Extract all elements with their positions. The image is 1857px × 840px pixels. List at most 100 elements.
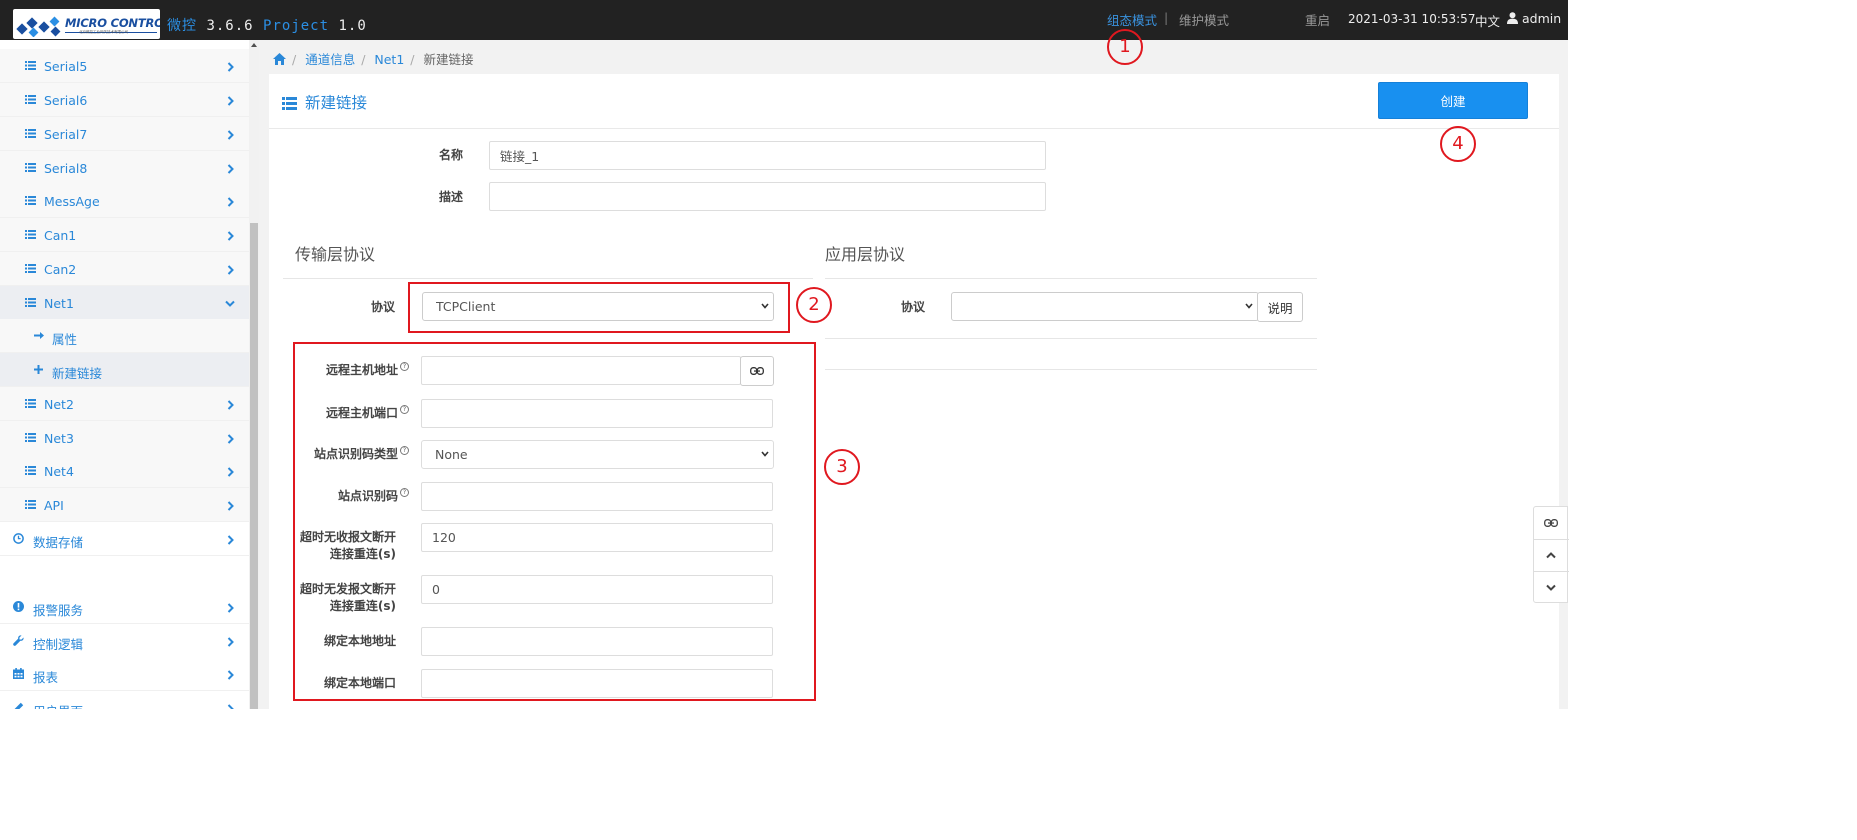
breadcrumb: / 通道信息 / Net1 / 新建链接 [273,49,474,68]
project-label: Project [263,18,330,34]
sidebar-item-net4[interactable]: Net4 [0,454,249,488]
app-protocol-label: 协议 [900,300,925,314]
sidebar-item-report[interactable]: 报表 [0,657,249,691]
sidebar-item-net3[interactable]: Net3 [0,421,249,455]
wrench-icon [13,635,24,646]
sidebar-item-label: MessAge [44,194,100,209]
home-icon[interactable] [273,53,286,65]
scroll-top-button[interactable] [1534,539,1569,571]
sidebar-item-label: 控制逻辑 [33,637,84,652]
description-label: 描述 [438,190,463,204]
sidebar-item-can2[interactable]: Can2 [0,252,249,286]
datetime-display: 2021-03-31 10:53:57 [1348,12,1476,26]
float-link-button[interactable] [1534,507,1569,539]
list-icon [25,433,36,442]
maintenance-mode-link[interactable]: 维护模式 [1179,10,1229,29]
breadcrumb-separator: / [410,52,415,67]
sidebar-item-serial7[interactable]: Serial7 [0,117,249,151]
brand-logo[interactable]: MICRO CONTROL 北京微控工业网关技术有限公司 [13,9,160,39]
sidebar-item-data-storage[interactable]: 数据存储 [0,522,249,556]
chevron-right-icon [227,704,234,709]
description-input[interactable] [489,182,1046,211]
sidebar-item-control-logic[interactable]: 控制逻辑 [0,624,249,658]
list-icon [25,163,36,172]
list-icon [25,95,36,104]
user-menu[interactable]: admin [1507,11,1561,26]
section-divider [825,369,1317,370]
sidebar-item-serial6[interactable]: Serial6 [0,83,249,117]
sidebar-item-label: Serial6 [44,93,88,108]
sidebar-item-label: Can1 [44,228,77,243]
chevron-right-icon [227,434,234,444]
list-icon [282,97,297,110]
app-protocol-select[interactable] [951,292,1259,321]
plus-icon [34,365,43,374]
pencil-icon [14,702,24,709]
user-icon [1507,12,1518,24]
breadcrumb-net1[interactable]: Net1 [374,52,404,67]
breadcrumb-separator: / [291,52,297,67]
chevron-right-icon [227,62,234,72]
app-version: 3.6.6 [206,18,254,34]
clock-icon [13,533,24,544]
mode-separator: | [1164,10,1169,25]
name-input[interactable] [489,141,1046,170]
list-icon [25,196,36,205]
sidebar-item-net2[interactable]: Net2 [0,387,249,421]
chevron-down-icon [225,300,235,307]
create-button[interactable]: 创建 [1378,82,1528,119]
sidebar-item-user-interface[interactable]: 用户界面 [0,691,249,709]
sidebar-item-serial5[interactable]: Serial5 [0,49,249,83]
top-bar: MICRO CONTROL 北京微控工业网关技术有限公司 微控 3.6.6 Pr… [0,0,1568,40]
calendar-icon [13,668,24,679]
sidebar-item-label: Net4 [44,464,74,479]
sidebar-item-api[interactable]: API [0,488,249,522]
chevron-right-icon [227,130,234,140]
chevron-right-icon [227,603,234,613]
annotation-marker-2: 2 [796,287,832,323]
restart-link[interactable]: 重启 [1305,10,1330,29]
chevron-up-icon [1546,552,1556,559]
sidebar-item-label: Net2 [44,397,74,412]
sidebar-item-label: 报表 [33,670,59,685]
scroll-up-arrow-icon[interactable] [251,43,257,47]
list-icon [25,500,36,509]
chevron-right-icon [227,501,234,511]
logo-subtext: 北京微控工业网关技术有限公司 [79,30,128,34]
sidebar-item-message[interactable]: MessAge [0,184,249,218]
section-divider [825,278,1317,279]
chevron-right-icon [227,467,234,477]
breadcrumb-current: 新建链接 [423,52,474,67]
sidebar-item-label: Net1 [44,296,74,311]
language-switch[interactable]: 中文 [1475,11,1500,30]
chevron-right-icon [227,265,234,275]
scroll-bottom-button[interactable] [1534,571,1569,603]
list-icon [25,399,36,408]
user-name: admin [1521,11,1562,26]
breadcrumb-channel-info[interactable]: 通道信息 [305,52,355,67]
explain-button[interactable]: 说明 [1257,292,1303,322]
chevron-right-icon [227,400,234,410]
logo-diamonds-icon [16,16,61,37]
sidebar-scrollbar[interactable] [249,40,259,709]
sidebar-item-net1[interactable]: Net1 [0,286,249,320]
chevron-down-icon [1546,584,1556,591]
sidebar-item-serial8[interactable]: Serial8 [0,151,249,185]
sidebar-item-can1[interactable]: Can1 [0,218,249,252]
sidebar-item-new-link[interactable]: 新建链接 [0,353,249,387]
sidebar-item-label: 新建链接 [52,366,103,381]
scrollbar-thumb[interactable] [250,223,258,709]
sidebar-item-properties[interactable]: 属性 [0,319,249,353]
sidebar: Serial5 Serial6 Serial7 Serial8 MessAge … [0,40,249,709]
config-mode-link[interactable]: 组态模式 [1107,10,1157,29]
chevron-right-icon [227,197,234,207]
app-title: 微控 3.6.6 Project 1.0 [167,15,367,35]
sidebar-item-label: 数据存储 [33,535,84,550]
sidebar-item-label: 属性 [52,332,78,347]
chevron-right-icon [227,637,234,647]
list-icon [25,466,36,475]
sidebar-item-label: Net3 [44,431,74,446]
list-icon [25,61,36,70]
sidebar-item-label: Can2 [44,262,77,277]
sidebar-item-alarm-service[interactable]: 报警服务 [0,590,249,624]
